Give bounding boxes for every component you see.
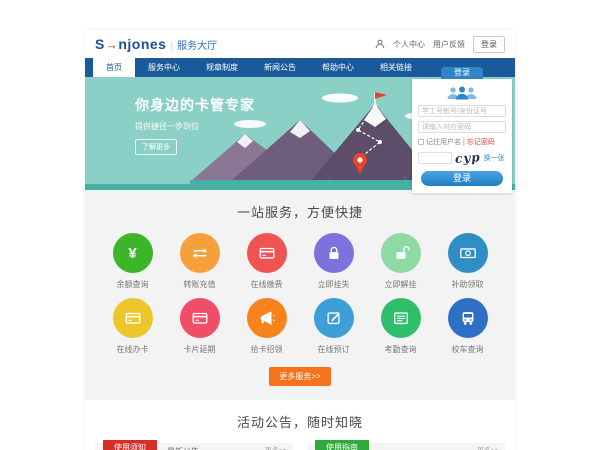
guide-more-link[interactable]: 更多>>: [477, 446, 499, 450]
service-balance-query[interactable]: ¥ 余额查询: [99, 233, 166, 290]
service-attendance-query[interactable]: 考勤查询: [367, 298, 434, 355]
yen-icon: ¥: [128, 245, 136, 262]
page: S→njones | 服务大厅 个人中心 用户反馈 登录 首页 服务中心 规章制…: [85, 30, 515, 450]
bus-icon: [459, 309, 477, 327]
top-meta: 个人中心 用户反馈 登录: [375, 36, 505, 53]
logo-arrow-icon: →: [105, 37, 119, 52]
tab-usage-guide[interactable]: 使用指南: [315, 440, 369, 450]
nav-item-service-center[interactable]: 服务中心: [135, 58, 193, 77]
top-login-button[interactable]: 登录: [473, 36, 505, 53]
banner-cta-button[interactable]: 了解更多: [135, 139, 177, 155]
logo-separator: |: [170, 41, 173, 52]
user-feedback-link[interactable]: 用户反馈: [433, 39, 465, 50]
edit-icon: [325, 309, 343, 327]
users-icon: [443, 86, 481, 101]
megaphone-icon: [258, 309, 276, 327]
change-captcha-link[interactable]: 换一张: [484, 153, 505, 163]
service-online-card-application[interactable]: 在线办卡: [99, 298, 166, 355]
card-icon: [258, 244, 276, 262]
list-icon: [392, 309, 410, 327]
more-services-button[interactable]: 更多服务>>: [269, 367, 330, 386]
service-unlock-card[interactable]: 立即解挂: [367, 233, 434, 290]
banner-title: 你身边的卡管专家: [135, 95, 255, 115]
person-icon: [375, 39, 385, 49]
captcha-image[interactable]: cyp: [455, 150, 482, 166]
login-form: 记住用户名 | 忘记密码 cyp 换一张 登录: [412, 79, 512, 193]
announcements-title: 活动公告，随时知晓: [85, 412, 515, 431]
notice-more-link[interactable]: 更多>>: [265, 446, 287, 450]
password-input[interactable]: [418, 121, 506, 133]
announcements-section: 活动公告，随时知晓 使用须知 最新公告 更多>> 使用指南 更多>>: [85, 400, 515, 450]
announcement-panels: 使用须知 最新公告 更多>> 使用指南 更多>>: [85, 431, 515, 450]
nav-item-home[interactable]: 首页: [93, 58, 135, 77]
tab-latest-announcements[interactable]: 最新公告: [167, 446, 199, 450]
remember-label: 记住用户名: [426, 137, 461, 147]
transfer-icon: [191, 244, 209, 262]
card-icon: [191, 309, 209, 327]
service-transfer-recharge[interactable]: 转账充值: [166, 233, 233, 290]
site-title: 服务大厅: [177, 37, 217, 52]
remember-row: 记住用户名 | 忘记密码: [418, 137, 506, 147]
service-online-payment[interactable]: 在线缴费: [233, 233, 300, 290]
service-subsidy-collection[interactable]: 补助领取: [434, 233, 501, 290]
guide-panel-bar: 使用指南 更多>>: [307, 443, 505, 450]
forgot-password-link[interactable]: 忘记密码: [467, 137, 495, 147]
services-section: 一站服务，方便快捷 ¥ 余额查询 转账充值 在线缴费: [85, 190, 515, 400]
notice-panel: 使用须知 最新公告 更多>>: [95, 443, 293, 450]
lock-icon: [325, 244, 343, 262]
remember-separator: |: [463, 139, 465, 146]
personal-center-link[interactable]: 个人中心: [393, 39, 425, 50]
service-school-bus-query[interactable]: 校车查询: [434, 298, 501, 355]
banner-subtitle: 提供捷径一步到位: [135, 121, 255, 132]
login-submit-button[interactable]: 登录: [421, 171, 503, 186]
service-online-booking[interactable]: 在线预订: [300, 298, 367, 355]
card-icon: [124, 309, 142, 327]
unlock-icon: [392, 244, 410, 262]
captcha-input[interactable]: [418, 152, 452, 164]
login-panel: 登录 记住用户名 | 忘记密码 cyp 换一张: [412, 67, 512, 193]
guide-panel: 使用指南 更多>>: [307, 443, 505, 450]
service-report-loss[interactable]: 立即挂失: [300, 233, 367, 290]
services-title: 一站服务，方便快捷: [85, 202, 515, 221]
hero-banner: 你身边的卡管专家 提供捷径一步到位 了解更多 登录 记住用户名 | 忘记密码: [85, 77, 515, 190]
service-found-card-claim[interactable]: 拾卡招领: [233, 298, 300, 355]
top-bar: S→njones | 服务大厅 个人中心 用户反馈 登录: [85, 30, 515, 58]
logo[interactable]: S→njones | 服务大厅: [95, 36, 217, 52]
service-card-extension[interactable]: 卡片延期: [166, 298, 233, 355]
username-input[interactable]: [418, 105, 506, 117]
banknote-icon: [459, 244, 477, 262]
services-grid: ¥ 余额查询 转账充值 在线缴费 立即挂失: [85, 221, 515, 355]
remember-checkbox[interactable]: [418, 139, 424, 145]
captcha-row: cyp 换一张: [418, 151, 506, 165]
logo-text: S→njones: [95, 36, 166, 52]
login-tab[interactable]: 登录: [441, 67, 483, 79]
tab-usage-notice[interactable]: 使用须知: [103, 440, 157, 450]
nav-item-rules[interactable]: 规章制度: [193, 58, 251, 77]
nav-item-help[interactable]: 帮助中心: [309, 58, 367, 77]
nav-item-news[interactable]: 新闻公告: [251, 58, 309, 77]
banner-text: 你身边的卡管专家 提供捷径一步到位 了解更多: [135, 95, 255, 155]
notice-panel-bar: 使用须知 最新公告 更多>>: [95, 443, 293, 450]
